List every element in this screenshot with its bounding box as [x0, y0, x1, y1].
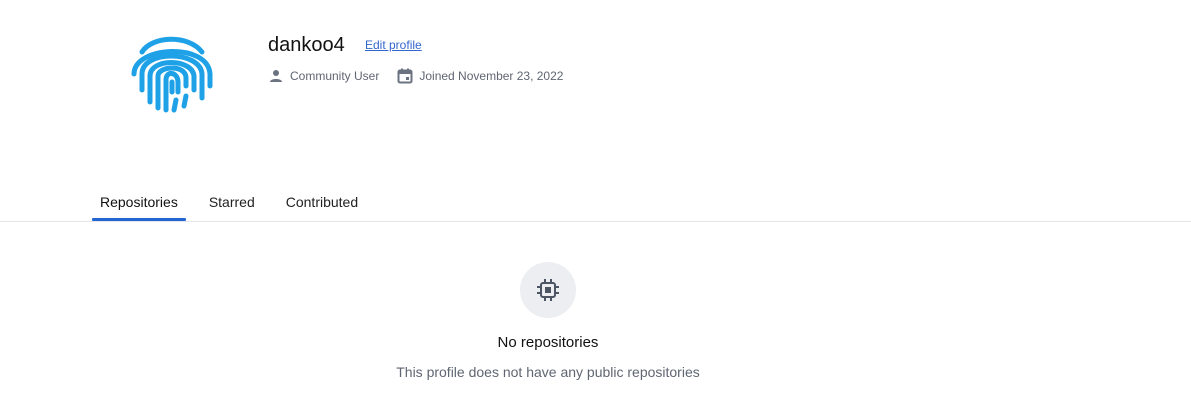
role-label: Community User: [290, 69, 380, 83]
empty-state-title: No repositories: [497, 334, 599, 351]
empty-state-icon-wrapper: [520, 262, 576, 318]
role-item: Community User: [268, 66, 379, 86]
username: dankoo4: [268, 34, 345, 56]
profile-meta: Community User Joined November 23, 2022: [268, 66, 581, 86]
avatar: [128, 28, 216, 116]
chip-icon: [537, 279, 559, 301]
calendar-icon: [397, 68, 413, 84]
fingerprint-icon: [131, 36, 213, 113]
joined-item: Joined November 23, 2022: [397, 66, 563, 86]
edit-profile-link[interactable]: Edit profile: [365, 38, 422, 52]
empty-state-description: This profile does not have any public re…: [396, 364, 700, 380]
tabs-divider: [0, 221, 1191, 222]
user-icon: [268, 68, 284, 84]
tab-starred[interactable]: Starred: [201, 186, 263, 221]
tab-repositories[interactable]: Repositories: [92, 186, 186, 221]
joined-label: Joined November 23, 2022: [419, 69, 564, 83]
profile-tabs: Repositories Starred Contributed: [92, 186, 381, 221]
profile-page: dankoo4 Edit profile Community User Join…: [0, 0, 1191, 417]
tab-contributed[interactable]: Contributed: [278, 186, 366, 221]
